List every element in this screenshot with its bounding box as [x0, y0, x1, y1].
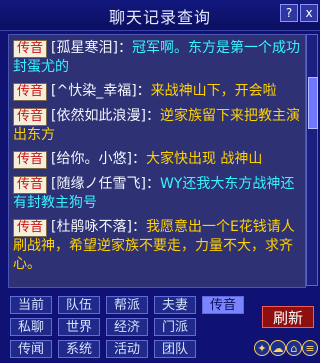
sender-name[interactable]: [孤星寒泪]: [51, 40, 118, 56]
tab-活动[interactable]: 活动: [106, 340, 148, 358]
chat-message: 传音 [依然如此浪漫]：逆家族留下来把教主演出东方: [9, 107, 305, 144]
message-colon: ：: [131, 151, 146, 167]
sender-name[interactable]: [杜鹃咏不落]: [51, 219, 132, 235]
chat-message: 传音 [随缘ノ任雪飞]：WY还我大东方战神还有封教主狗号: [9, 175, 305, 212]
tab-门派[interactable]: 门派: [154, 318, 196, 336]
scrollbar-thumb[interactable]: [308, 77, 318, 129]
chat-message: 传音 [杜鹃咏不落]：我愿意出一个E花钱请人刷战神，希望逆家族不要走，力量不大，求…: [9, 218, 305, 273]
channel-badge: 传音: [13, 40, 48, 58]
refresh-button[interactable]: 刷新: [262, 306, 314, 328]
chat-history-window: 聊天记录查询 ? x 传音 [孤星寒泪]：冠军啊。东方是第一个成功封蛋尤的 传音 [^…: [0, 0, 320, 363]
channel-badge: 传音: [13, 83, 48, 101]
tab-世界[interactable]: 世界: [58, 318, 100, 336]
tab-经济[interactable]: 经济: [106, 318, 148, 336]
window-title: 聊天记录查询: [108, 8, 211, 27]
chat-log: 传音 [孤星寒泪]：冠军啊。东方是第一个成功封蛋尤的 传音 [^忕染_幸福]：来战神山…: [8, 34, 306, 288]
sender-name[interactable]: [随缘ノ任雪飞]: [51, 176, 146, 192]
lock-icon[interactable]: ⌂: [286, 340, 302, 356]
settings-icon[interactable]: ✦: [254, 340, 270, 356]
tab-传闻[interactable]: 传闻: [10, 340, 52, 358]
chat-message: 传音 [孤星寒泪]：冠军啊。东方是第一个成功封蛋尤的: [9, 39, 305, 76]
bottom-icon-row: ✦ ☁ ⌂ ≡: [254, 340, 318, 358]
message-text: 来战神山下，开会啦: [150, 83, 277, 99]
chat-message: 传音 [给你。小悠]：大家快出现 战神山: [9, 150, 305, 169]
vertical-scrollbar[interactable]: [306, 34, 318, 286]
tab-系统[interactable]: 系统: [58, 340, 100, 358]
channel-badge: 传音: [13, 151, 48, 169]
tab-队伍[interactable]: 队伍: [58, 296, 100, 314]
channel-badge: 传音: [13, 219, 48, 237]
tab-团队[interactable]: 团队: [154, 340, 196, 358]
message-colon: ：: [136, 83, 151, 99]
message-text: 大家快出现 战神山: [145, 151, 263, 167]
message-colon: ：: [145, 108, 160, 124]
message-colon: ：: [145, 176, 160, 192]
menu-icon[interactable]: ≡: [302, 340, 318, 356]
sender-name[interactable]: [给你。小悠]: [51, 151, 132, 167]
channel-badge: 传音: [13, 108, 48, 126]
sender-name[interactable]: [^忕染_幸福]: [51, 83, 137, 99]
chat-message: 传音 [^忕染_幸福]：来战神山下，开会啦: [9, 82, 305, 101]
close-button[interactable]: x: [300, 4, 318, 22]
help-button[interactable]: ?: [280, 4, 298, 22]
message-colon: ：: [117, 40, 132, 56]
sender-name[interactable]: [依然如此浪漫]: [51, 108, 146, 124]
message-colon: ：: [131, 219, 146, 235]
title-bar: 聊天记录查询 ? x: [0, 0, 320, 31]
tab-夫妻[interactable]: 夫妻: [154, 296, 196, 314]
tab-帮派[interactable]: 帮派: [106, 296, 148, 314]
channel-badge: 传音: [13, 176, 48, 194]
chat-icon[interactable]: ☁: [270, 340, 286, 356]
tab-当前[interactable]: 当前: [10, 296, 52, 314]
tab-传音[interactable]: 传音: [202, 296, 244, 314]
tab-私聊[interactable]: 私聊: [10, 318, 52, 336]
